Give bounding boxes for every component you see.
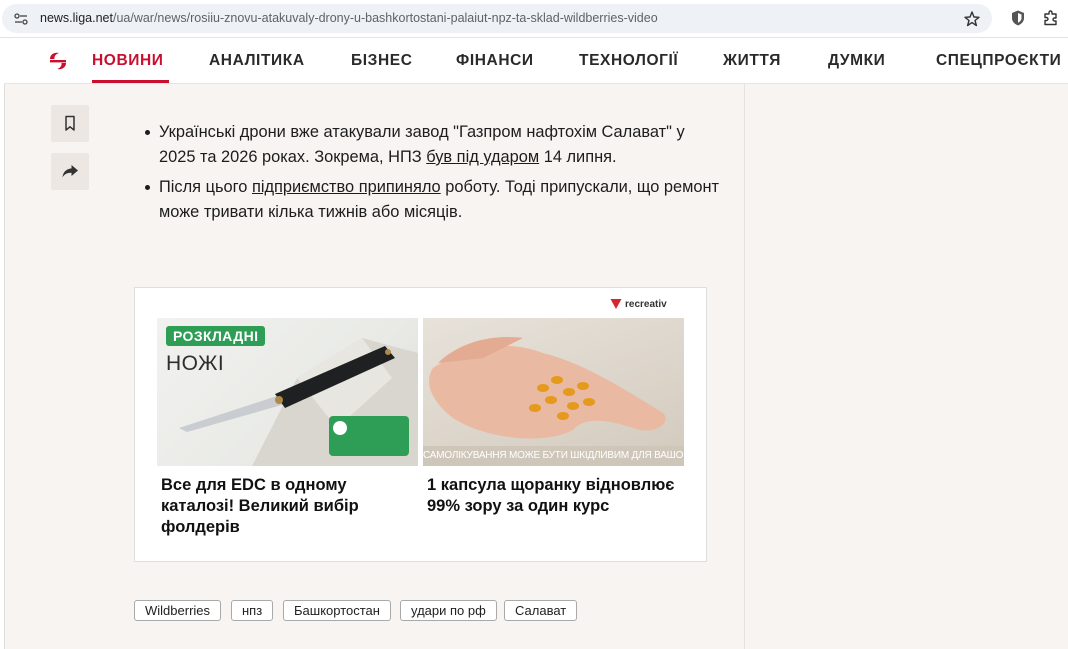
tag-bashkortostan[interactable]: Башкортостан (283, 600, 391, 621)
bullet-text: Після цього (159, 178, 252, 196)
article-link[interactable]: підприємство припиняло (252, 178, 441, 196)
knife-badge: РОЗКЛАДНІ (166, 326, 266, 346)
hand-capsules-illustration (429, 337, 666, 439)
bookmark-button[interactable] (51, 105, 89, 142)
ad-brand-label: recreativ (625, 299, 667, 310)
nav-item-analityka[interactable]: АНАЛІТИКА (209, 52, 305, 70)
bookmark-icon (65, 115, 75, 131)
nav-item-zhyttia[interactable]: ЖИТТЯ (723, 52, 781, 70)
url-text[interactable]: news.liga.net/ua/war/news/rosiiu-znovu-a… (40, 11, 658, 25)
right-sidebar (745, 84, 1068, 649)
ad-image-knife[interactable]: РОЗКЛАДНІ НОЖІ (157, 318, 418, 466)
nav-item-tekhnolohii[interactable]: ТЕХНОЛОГІЇ (579, 52, 678, 70)
nav-item-dumky[interactable]: ДУМКИ (828, 52, 885, 70)
site-settings-icon[interactable] (13, 11, 29, 27)
active-tab-underline (92, 80, 169, 83)
site-nav: НОВИНИ АНАЛІТИКА БІЗНЕС ФІНАНСИ ТЕХНОЛОГ… (4, 38, 1068, 84)
nav-item-novyny[interactable]: НОВИНИ (92, 52, 164, 70)
liga-logo-icon[interactable] (47, 50, 69, 72)
list-item: Українські дрони вже атакували завод "Га… (142, 120, 722, 170)
ad-card-knives[interactable]: РОЗКЛАДНІ НОЖІ Все для EDC в одному ката… (157, 318, 418, 538)
tag-udary-po-rf[interactable]: удари по рф (400, 600, 497, 621)
url-path: /ua/war/news/rosiiu-znovu-atakuvaly-dron… (112, 11, 658, 25)
ad-image-hand[interactable]: САМОЛІКУВАННЯ МОЖЕ БУТИ ШКІДЛИВИМ ДЛЯ ВА… (423, 318, 684, 466)
url-domain: news.liga.net (40, 11, 113, 25)
article-bullet-list: Українські дрони вже атакували завод "Га… (142, 120, 722, 230)
recreativ-logo-icon (610, 299, 622, 309)
nav-item-biznes[interactable]: БІЗНЕС (351, 52, 412, 70)
left-border (4, 84, 5, 649)
bookmark-star-icon[interactable] (963, 10, 981, 28)
ad-title[interactable]: 1 капсула щоранку відновлює 99% зору за … (423, 475, 677, 517)
knife-image-text: НОЖІ (166, 352, 225, 375)
article-link[interactable]: був під ударом (426, 148, 539, 166)
share-arrow-icon (62, 165, 78, 178)
list-item: Після цього підприємство припиняло робот… (142, 175, 722, 225)
share-button[interactable] (51, 153, 89, 190)
tag-salavat[interactable]: Салават (504, 600, 578, 621)
tag-wildberries[interactable]: Wildberries (134, 600, 222, 621)
nav-item-spetsproekty[interactable]: СПЕЦПРОЄКТИ (936, 52, 1061, 70)
ad-block: recreativ РОЗКЛАДНІ НОЖІ Все для EDC в о… (134, 287, 707, 562)
ad-title[interactable]: Все для EDC в одному каталозі! Великий в… (157, 475, 411, 538)
nav-item-finansy[interactable]: ФІНАНСИ (456, 52, 534, 70)
extension-shield-icon[interactable] (1009, 9, 1027, 27)
ad-brand[interactable]: recreativ (610, 299, 667, 310)
url-field[interactable]: news.liga.net/ua/war/news/rosiiu-znovu-a… (2, 4, 992, 33)
tag-npz[interactable]: нпз (231, 600, 274, 621)
bullet-text: 14 липня. (539, 148, 617, 166)
extensions-puzzle-icon[interactable] (1042, 9, 1060, 27)
browser-address-bar: news.liga.net/ua/war/news/rosiiu-znovu-a… (0, 0, 1068, 38)
ad-disclaimer: САМОЛІКУВАННЯ МОЖЕ БУТИ ШКІДЛИВИМ ДЛЯ ВА… (423, 446, 684, 466)
ad-card-capsule[interactable]: САМОЛІКУВАННЯ МОЖЕ БУТИ ШКІДЛИВИМ ДЛЯ ВА… (423, 318, 684, 517)
